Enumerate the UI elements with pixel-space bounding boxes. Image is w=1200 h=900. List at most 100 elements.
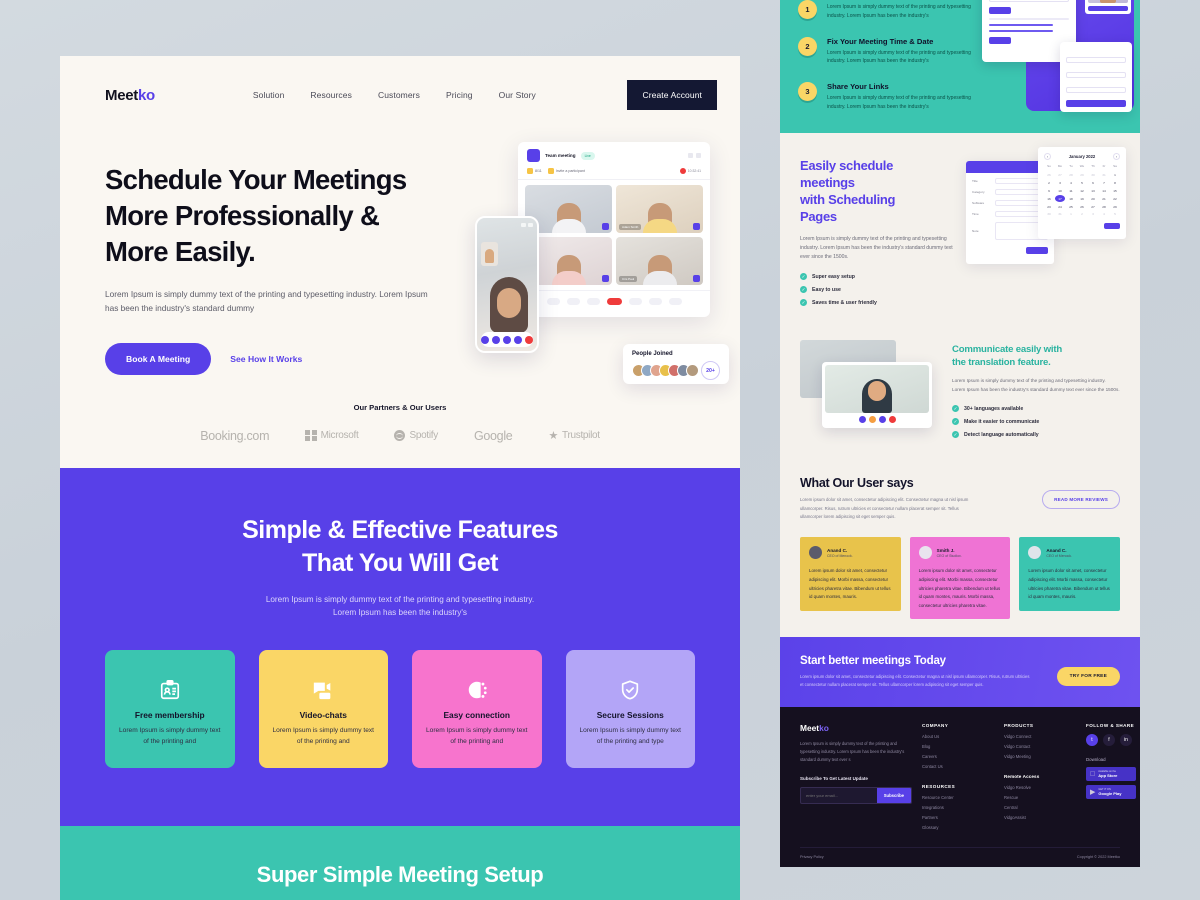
calendar-day[interactable]: 8: [1110, 180, 1120, 187]
calendar-day[interactable]: 29: [1077, 172, 1087, 179]
read-more-reviews-button[interactable]: READ MORE REVIEWS: [1042, 490, 1120, 510]
more-options-icon[interactable]: [668, 298, 682, 305]
nav-item-resources[interactable]: Resources: [310, 90, 352, 100]
calendar-day[interactable]: 29: [1110, 203, 1120, 210]
calendar-day[interactable]: 23: [1044, 203, 1054, 210]
feature-card-secure-sessions[interactable]: Secure Sessions Lorem Ipsum is simply du…: [565, 650, 695, 768]
calendar-day[interactable]: 12: [1077, 188, 1087, 195]
calendar-day[interactable]: 19: [1077, 195, 1087, 202]
invite-send-button[interactable]: [989, 7, 1011, 14]
calendar-day[interactable]: 26: [1044, 172, 1054, 179]
invite-share-link[interactable]: [989, 30, 1053, 32]
calendar-day[interactable]: 13: [1088, 188, 1098, 195]
phone-mic-icon[interactable]: [481, 335, 489, 344]
calendar-day[interactable]: 27: [1088, 203, 1098, 210]
calendar-day[interactable]: 16: [1044, 195, 1054, 202]
brand-logo[interactable]: Meetko: [105, 87, 155, 104]
facebook-icon[interactable]: f: [1103, 734, 1115, 747]
calendar-day[interactable]: 4: [1099, 211, 1109, 218]
calendar-day[interactable]: 20: [1088, 195, 1098, 202]
calendar-day[interactable]: 2: [1077, 211, 1087, 218]
attendee-action-button[interactable]: [1088, 6, 1128, 11]
participants-icon[interactable]: [586, 298, 600, 305]
footer-link-partners[interactable]: Partners: [922, 815, 994, 820]
invite-copy-button[interactable]: [989, 37, 1011, 44]
expand-icon[interactable]: [688, 153, 693, 158]
event-form-submit[interactable]: [1026, 247, 1048, 254]
phone-camera-icon[interactable]: [492, 335, 500, 344]
nav-item-pricing[interactable]: Pricing: [446, 90, 473, 100]
calendar-day[interactable]: 3: [1055, 180, 1065, 187]
feature-card-easy-connection[interactable]: Easy connection Lorem Ipsum is simply du…: [412, 650, 542, 768]
calendar-day[interactable]: 17: [1055, 195, 1065, 203]
panel-select[interactable]: [1066, 87, 1126, 93]
footer-link-vidgoassist[interactable]: VidgoAssist: [1004, 815, 1076, 820]
calendar-day[interactable]: 28: [1066, 172, 1076, 179]
google-play-badge[interactable]: ▶ GET IT ON Google Play: [1086, 785, 1136, 800]
calendar-day[interactable]: 10: [1055, 188, 1065, 195]
feature-card-free-membership[interactable]: Free membership Lorem Ipsum is simply du…: [105, 650, 235, 768]
phone-end-call-icon[interactable]: [525, 335, 533, 344]
linkedin-icon[interactable]: in: [1120, 734, 1132, 747]
subscribe-button[interactable]: Subscribe: [876, 788, 911, 804]
calendar-day[interactable]: 25: [1066, 203, 1076, 210]
calendar-day[interactable]: 30: [1044, 211, 1054, 218]
try-for-free-button[interactable]: TRY FOR FREE: [1056, 667, 1120, 687]
subscribe-email-input[interactable]: [801, 788, 877, 804]
invite-share-link[interactable]: [989, 24, 1053, 26]
footer-link-blog[interactable]: Blog: [922, 744, 994, 749]
book-a-meeting-button[interactable]: Book A Meeting: [105, 342, 212, 375]
calendar-day[interactable]: 24: [1055, 203, 1065, 210]
nav-item-our-story[interactable]: Our Story: [499, 90, 536, 100]
calendar-day[interactable]: 14: [1099, 188, 1109, 195]
calendar-ok-button[interactable]: [1104, 222, 1120, 229]
feature-card-video-chats[interactable]: Video-chats Lorem Ipsum is simply dummy …: [258, 650, 388, 768]
calendar-day[interactable]: 18: [1066, 195, 1076, 202]
footer-link-integrations[interactable]: Integrations: [922, 805, 994, 810]
invite-participant-chip[interactable]: Invite a participant: [547, 168, 585, 174]
calendar-day[interactable]: 3: [1088, 211, 1098, 218]
camera-toggle-icon[interactable]: [566, 298, 580, 305]
hang-up-icon[interactable]: [606, 298, 622, 305]
calendar-day[interactable]: 1: [1066, 211, 1076, 218]
prev-month-icon[interactable]: ‹: [1044, 153, 1051, 160]
participant-tile[interactable]: Cris Paul: [616, 237, 703, 285]
participant-tile[interactable]: Adam Smith: [616, 185, 703, 233]
footer-link-rescue[interactable]: Rescue: [1004, 795, 1076, 800]
invite-email-input[interactable]: [989, 0, 1069, 2]
people-joined-count[interactable]: 20+: [701, 361, 720, 380]
footer-link-vidgo-resolve[interactable]: Vidgo Resolve: [1004, 785, 1076, 790]
phone-switch-icon[interactable]: [503, 335, 511, 344]
footer-link-vidgo-contact[interactable]: Vidgo Contact: [1004, 744, 1076, 749]
calendar-day[interactable]: 7: [1099, 180, 1109, 187]
nav-item-customers[interactable]: Customers: [378, 90, 420, 100]
twitter-icon[interactable]: t: [1086, 734, 1098, 747]
calendar-day[interactable]: 15: [1110, 188, 1120, 195]
calendar-day[interactable]: 11: [1066, 188, 1076, 195]
mic-toggle-icon[interactable]: [546, 298, 560, 305]
calendar-day[interactable]: 31: [1055, 211, 1065, 218]
chat-icon[interactable]: [628, 298, 642, 305]
screen-share-icon[interactable]: [648, 298, 662, 305]
calendar-day[interactable]: 6: [1088, 180, 1098, 187]
calendar-day[interactable]: 5: [1077, 180, 1087, 187]
phone-people-icon[interactable]: [514, 335, 522, 344]
footer-link-about-us[interactable]: About Us: [922, 734, 994, 739]
footer-link-glossary[interactable]: Glossary: [922, 825, 994, 830]
footer-link-central[interactable]: Central: [1004, 805, 1076, 810]
panel-submit-button[interactable]: [1066, 100, 1126, 107]
translate-end-icon[interactable]: [888, 416, 896, 424]
footer-link-vidgo-connect[interactable]: Vidgo Connect: [1004, 734, 1076, 739]
footer-link-resource-center[interactable]: Resource Center: [922, 795, 994, 800]
nav-item-solution[interactable]: Solution: [253, 90, 285, 100]
calendar-day[interactable]: 9: [1044, 188, 1054, 195]
calendar-day[interactable]: 21: [1099, 195, 1109, 202]
meeting-window-controls[interactable]: [688, 153, 701, 158]
calendar-day[interactable]: 2: [1044, 180, 1054, 187]
calendar-day[interactable]: 31: [1099, 172, 1109, 179]
next-month-icon[interactable]: ›: [1112, 153, 1120, 160]
calendar-day[interactable]: 22: [1110, 195, 1120, 202]
see-how-it-works-link[interactable]: See How It Works: [230, 354, 302, 364]
calendar-day[interactable]: 26: [1077, 203, 1087, 210]
privacy-policy-link[interactable]: Privacy Policy: [800, 855, 824, 859]
